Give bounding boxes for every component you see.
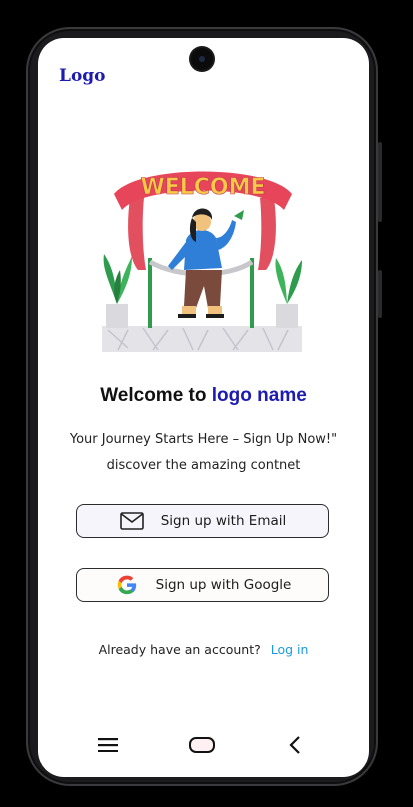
signup-email-button[interactable]: Sign up with Email <box>76 504 329 538</box>
right-pole <box>250 258 254 328</box>
login-row: Already have an account? Log in <box>38 642 369 657</box>
welcome-prefix: Welcome to <box>100 385 207 406</box>
subtitle: Your Journey Starts Here – Sign Up Now!"… <box>38 427 369 479</box>
left-plant <box>103 254 132 328</box>
menu-icon[interactable] <box>88 728 128 762</box>
welcome-heading: Welcome to logo name <box>38 385 369 407</box>
home-icon[interactable] <box>182 728 222 762</box>
woman-figure <box>168 208 244 318</box>
welcome-illustration: WELCOME <box>102 171 302 352</box>
right-plant <box>275 258 302 328</box>
right-curtain <box>258 198 276 270</box>
subtitle-line2: discover the amazing contnet <box>106 458 301 473</box>
left-pole <box>148 258 152 328</box>
login-prompt: Already have an account? <box>98 642 261 657</box>
google-icon <box>114 574 140 596</box>
brand-name: logo name <box>211 385 307 406</box>
login-link[interactable]: Log in <box>271 642 309 657</box>
back-icon[interactable] <box>275 728 315 762</box>
screen: Logo WELCOME Welcome to logo name Your J… <box>38 38 369 777</box>
volume-button <box>378 142 382 222</box>
signup-email-label: Sign up with Email <box>160 513 287 529</box>
app-logo: Logo <box>59 66 106 86</box>
power-button <box>378 270 382 318</box>
signup-google-button[interactable]: Sign up with Google <box>76 568 329 602</box>
system-navbar <box>38 728 369 762</box>
signup-google-label: Sign up with Google <box>155 577 292 593</box>
banner-text: WELCOME <box>140 175 265 200</box>
subtitle-line1: Your Journey Starts Here – Sign Up Now!" <box>69 432 338 447</box>
email-icon <box>119 510 145 532</box>
front-camera <box>191 48 213 70</box>
